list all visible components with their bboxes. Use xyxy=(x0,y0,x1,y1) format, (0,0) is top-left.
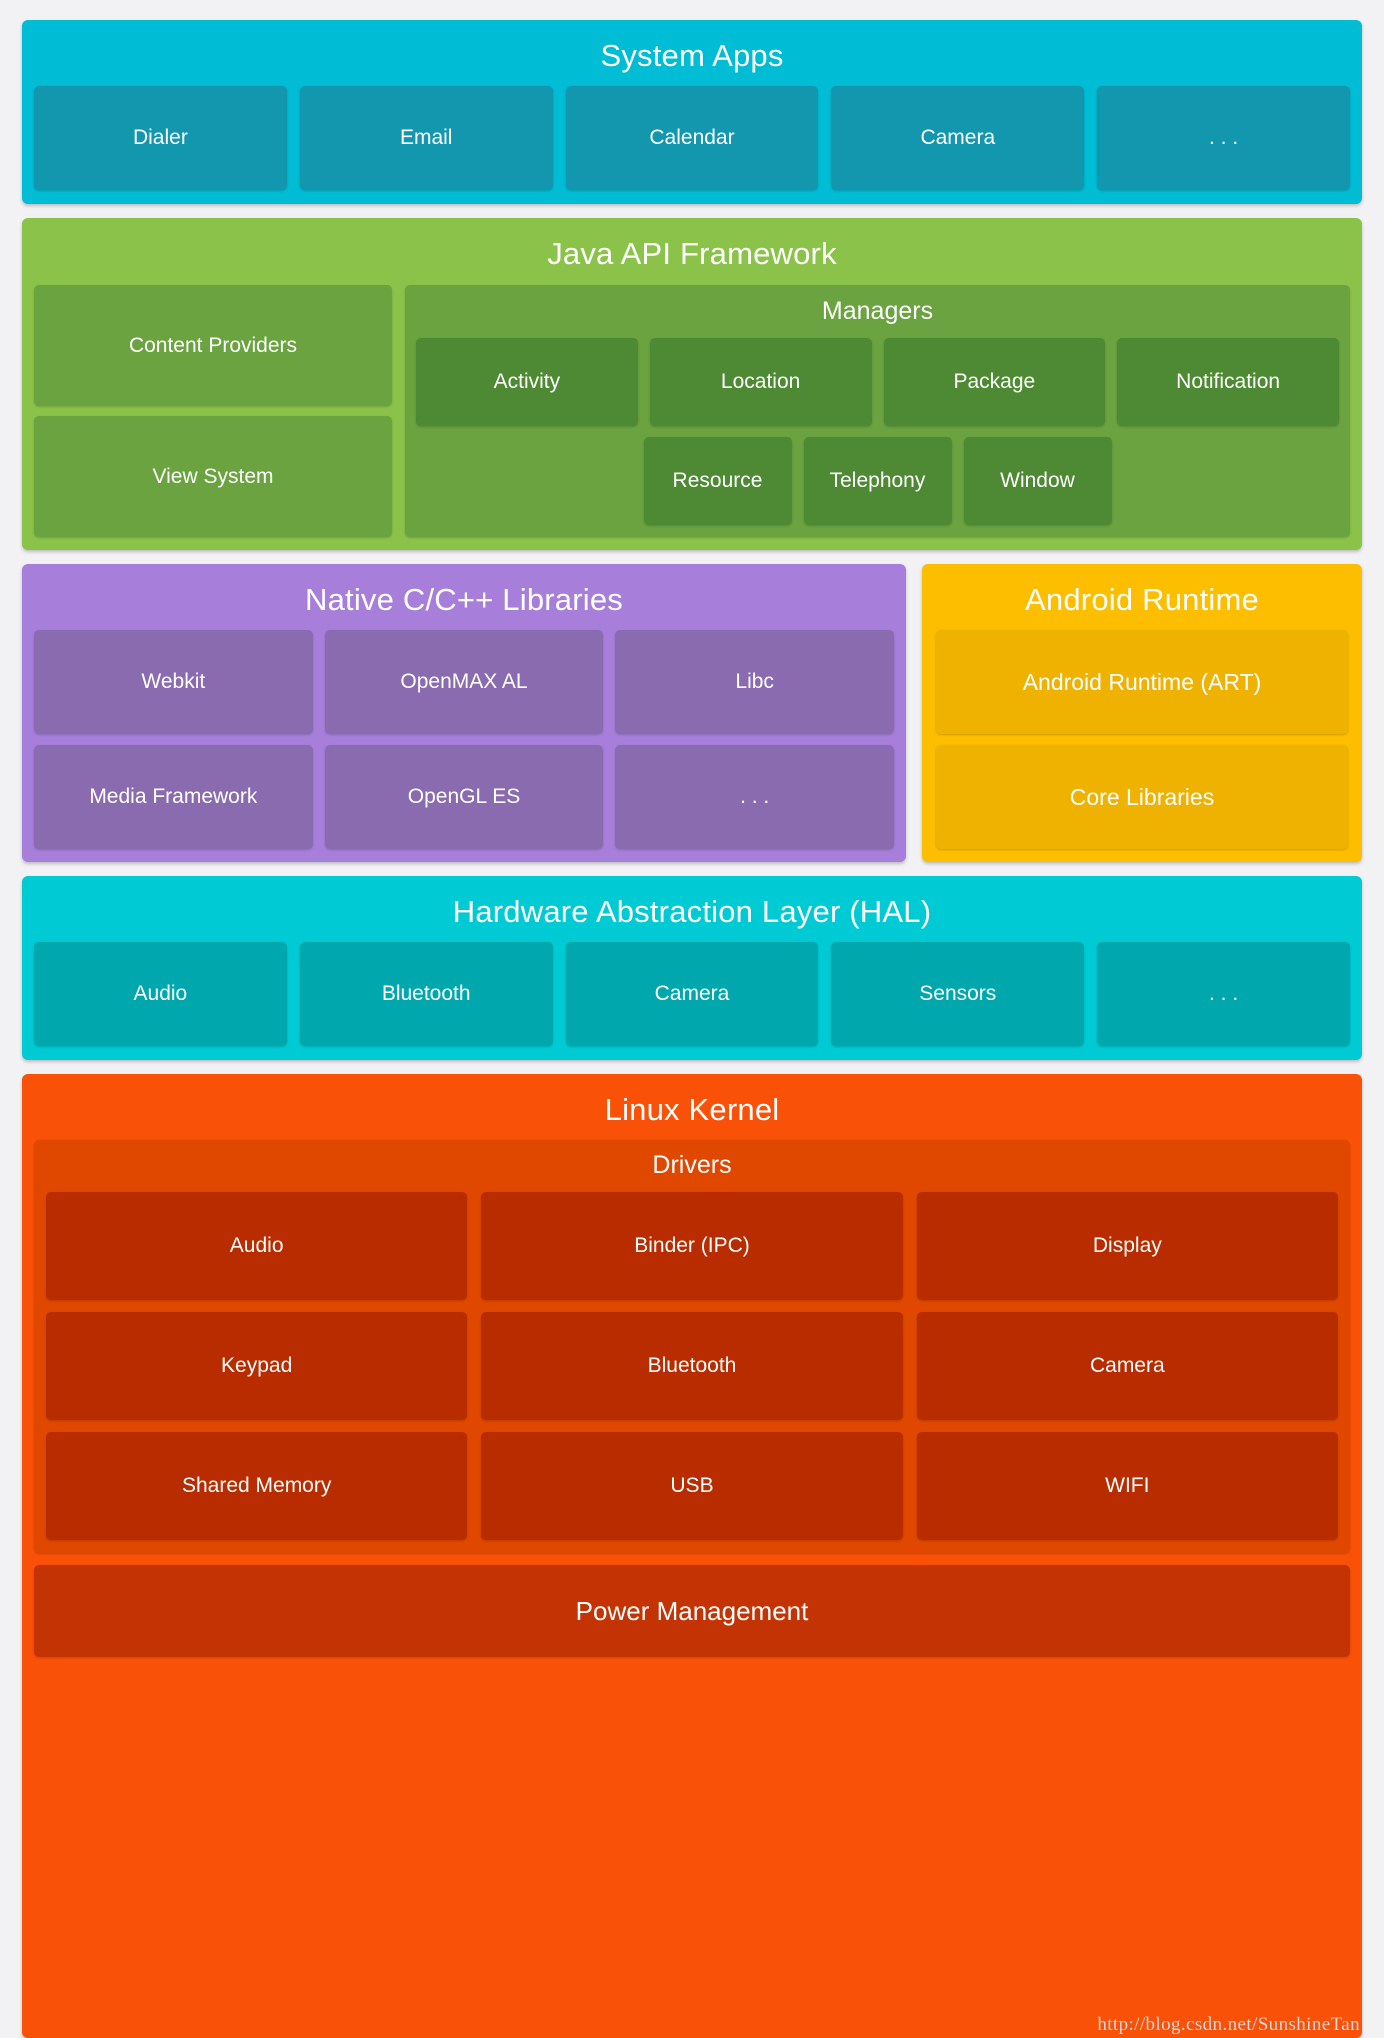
hal-bluetooth[interactable]: Bluetooth xyxy=(299,942,553,1046)
layer-linux-kernel: Linux Kernel Drivers Audio Binder (IPC) … xyxy=(22,1074,1362,2038)
java-api-framework-title: Java API Framework xyxy=(547,236,837,271)
system-app-dialer[interactable]: Dialer xyxy=(34,86,287,190)
drivers-row-3: Shared Memory USB WIFI xyxy=(46,1432,1338,1540)
android-runtime-title: Android Runtime xyxy=(1025,582,1259,617)
native-and-runtime-row: Native C/C++ Libraries Webkit OpenMAX AL… xyxy=(22,564,1362,862)
driver-bluetooth[interactable]: Bluetooth xyxy=(481,1312,903,1420)
drivers-row-1: Audio Binder (IPC) Display xyxy=(46,1192,1338,1300)
system-app-email[interactable]: Email xyxy=(299,86,553,190)
drivers-title: Drivers xyxy=(652,1151,732,1179)
hal-row: Audio Bluetooth Camera Sensors . . . xyxy=(34,942,1350,1046)
native-libraries-title: Native C/C++ Libraries xyxy=(305,582,623,617)
layer-native-c-cpp-libraries: Native C/C++ Libraries Webkit OpenMAX AL… xyxy=(22,564,906,862)
driver-shared-memory[interactable]: Shared Memory xyxy=(46,1432,468,1540)
watermark-text: http://blog.csdn.net/SunshineTan xyxy=(1097,2014,1360,2035)
system-apps-title: System Apps xyxy=(600,38,784,73)
manager-package[interactable]: Package xyxy=(883,338,1106,426)
manager-notification[interactable]: Notification xyxy=(1117,338,1339,426)
driver-wifi[interactable]: WIFI xyxy=(916,1432,1338,1540)
managers-row-2: Resource Telephony Window xyxy=(416,437,1339,525)
manager-telephony[interactable]: Telephony xyxy=(803,437,952,525)
android-architecture-diagram: System Apps Dialer Email Calendar Camera… xyxy=(0,0,1384,2038)
system-app-calendar[interactable]: Calendar xyxy=(565,86,819,190)
drivers-group: Drivers Audio Binder (IPC) Display Keypa… xyxy=(34,1140,1350,1553)
core-libraries-box[interactable]: Core Libraries xyxy=(936,745,1348,849)
hal-title: Hardware Abstraction Layer (HAL) xyxy=(452,894,932,929)
native-libraries-row-1: Webkit OpenMAX AL Libc xyxy=(34,630,895,734)
driver-camera[interactable]: Camera xyxy=(916,1312,1338,1420)
driver-binder-ipc[interactable]: Binder (IPC) xyxy=(481,1192,903,1300)
driver-display[interactable]: Display xyxy=(916,1192,1338,1300)
java-api-left-column: Content Providers View System xyxy=(34,285,392,537)
native-lib-more[interactable]: . . . xyxy=(615,745,895,849)
layer-hardware-abstraction-layer: Hardware Abstraction Layer (HAL) Audio B… xyxy=(22,876,1362,1060)
system-apps-row: Dialer Email Calendar Camera . . . xyxy=(34,86,1350,190)
layer-java-api-framework: Java API Framework Content Providers Vie… xyxy=(22,218,1362,550)
view-system-box[interactable]: View System xyxy=(34,416,392,537)
managers-title: Managers xyxy=(821,297,934,325)
drivers-row-2: Keypad Bluetooth Camera xyxy=(46,1312,1338,1420)
native-libraries-row-2: Media Framework OpenGL ES . . . xyxy=(34,745,895,849)
driver-keypad[interactable]: Keypad xyxy=(46,1312,468,1420)
hal-more[interactable]: . . . xyxy=(1097,942,1350,1046)
native-lib-libc[interactable]: Libc xyxy=(615,630,895,734)
layer-system-apps: System Apps Dialer Email Calendar Camera… xyxy=(22,20,1362,204)
manager-resource[interactable]: Resource xyxy=(643,437,792,525)
content-providers-box[interactable]: Content Providers xyxy=(34,285,392,406)
linux-kernel-title: Linux Kernel xyxy=(604,1092,780,1127)
hal-sensors[interactable]: Sensors xyxy=(831,942,1085,1046)
power-management-box[interactable]: Power Management xyxy=(34,1565,1350,1657)
java-api-columns: Content Providers View System Managers A… xyxy=(34,285,1350,537)
manager-location[interactable]: Location xyxy=(649,338,872,426)
driver-usb[interactable]: USB xyxy=(481,1432,903,1540)
managers-row-1: Activity Location Package Notification xyxy=(416,338,1339,426)
native-lib-media-framework[interactable]: Media Framework xyxy=(34,745,313,849)
android-runtime-art-box[interactable]: Android Runtime (ART) xyxy=(936,630,1348,734)
native-lib-opengl-es[interactable]: OpenGL ES xyxy=(324,745,604,849)
driver-audio[interactable]: Audio xyxy=(46,1192,468,1300)
system-app-more[interactable]: . . . xyxy=(1097,86,1350,190)
native-lib-openmax-al[interactable]: OpenMAX AL xyxy=(324,630,604,734)
hal-audio[interactable]: Audio xyxy=(34,942,287,1046)
manager-window[interactable]: Window xyxy=(963,437,1112,525)
hal-camera[interactable]: Camera xyxy=(565,942,819,1046)
native-lib-webkit[interactable]: Webkit xyxy=(34,630,313,734)
manager-activity[interactable]: Activity xyxy=(416,338,638,426)
managers-group: Managers Activity Location Package Notif… xyxy=(405,285,1350,537)
layer-android-runtime: Android Runtime Android Runtime (ART) Co… xyxy=(922,564,1362,862)
system-app-camera[interactable]: Camera xyxy=(831,86,1085,190)
